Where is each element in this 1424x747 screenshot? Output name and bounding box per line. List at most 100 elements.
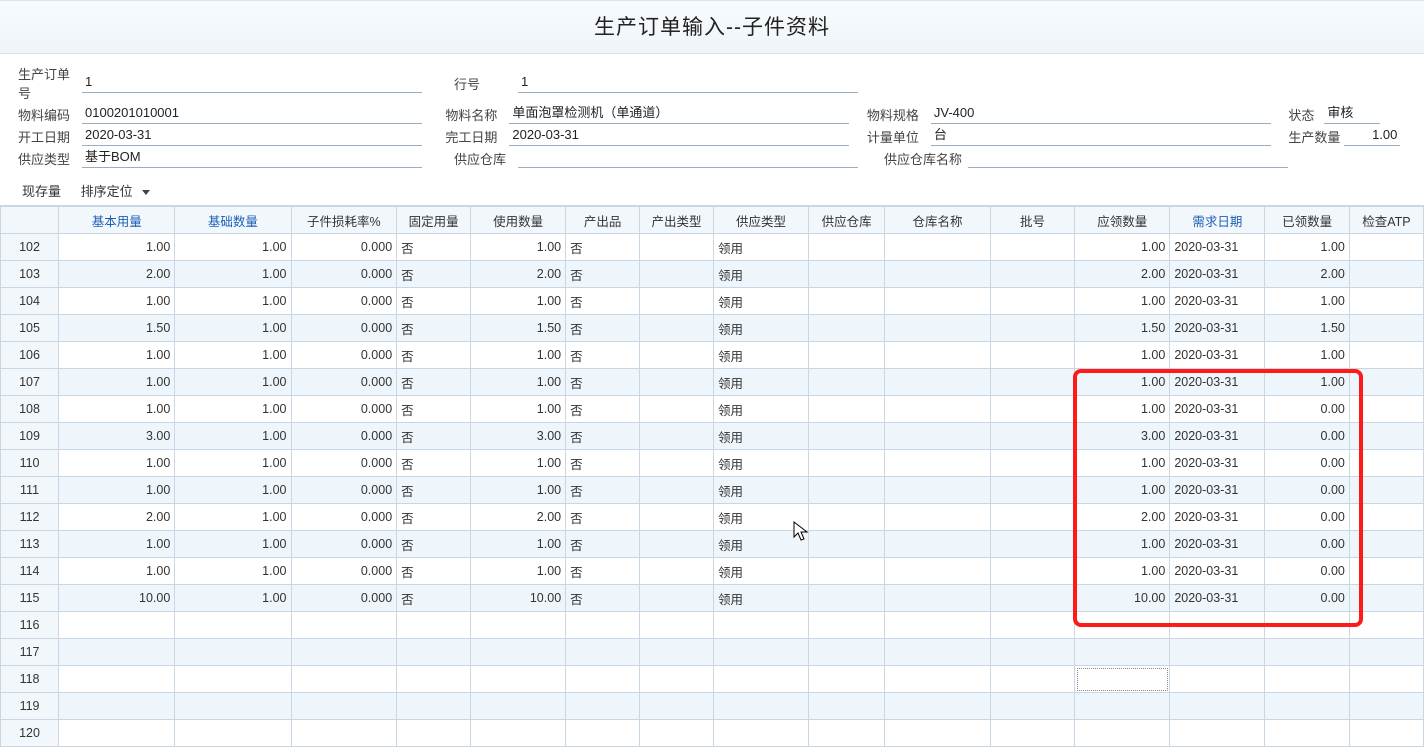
table-row[interactable]: 1131.001.000.000否1.00否领用1.002020-03-310.…: [1, 531, 1424, 558]
cell[interactable]: [1170, 612, 1265, 639]
cell[interactable]: 1.00: [59, 558, 175, 585]
cell[interactable]: [990, 639, 1075, 666]
cell[interactable]: 1.00: [175, 450, 291, 477]
cell[interactable]: 0.000: [291, 504, 397, 531]
cell[interactable]: 0.000: [291, 234, 397, 261]
cell[interactable]: [809, 585, 885, 612]
col-header-12[interactable]: 应领数量: [1075, 207, 1170, 234]
cell[interactable]: [471, 639, 566, 666]
cell[interactable]: 2020-03-31: [1170, 234, 1265, 261]
col-header-11[interactable]: 批号: [990, 207, 1075, 234]
cell[interactable]: 1.00: [175, 585, 291, 612]
cell[interactable]: 1.00: [471, 234, 566, 261]
cell[interactable]: 2020-03-31: [1170, 288, 1265, 315]
cell[interactable]: [291, 666, 397, 693]
cell[interactable]: [640, 693, 714, 720]
cell[interactable]: 领用: [714, 369, 809, 396]
cell[interactable]: 2.00: [471, 504, 566, 531]
col-header-8[interactable]: 供应类型: [714, 207, 809, 234]
cell[interactable]: [1349, 315, 1423, 342]
cell[interactable]: 否: [566, 423, 640, 450]
cell[interactable]: 102: [1, 234, 59, 261]
cell[interactable]: 111: [1, 477, 59, 504]
cell[interactable]: 否: [566, 261, 640, 288]
cell[interactable]: 领用: [714, 342, 809, 369]
cell[interactable]: 否: [566, 558, 640, 585]
cell[interactable]: [640, 531, 714, 558]
cell[interactable]: [809, 693, 885, 720]
cell[interactable]: [1170, 693, 1265, 720]
cell[interactable]: 1.50: [1265, 315, 1350, 342]
cell[interactable]: 104: [1, 288, 59, 315]
cell[interactable]: [809, 666, 885, 693]
cell[interactable]: 否: [566, 450, 640, 477]
cell[interactable]: [809, 315, 885, 342]
cell[interactable]: 否: [566, 234, 640, 261]
cell[interactable]: [59, 666, 175, 693]
cell[interactable]: 119: [1, 693, 59, 720]
col-header-7[interactable]: 产出类型: [640, 207, 714, 234]
field-supply-type[interactable]: 基于BOM: [82, 148, 422, 168]
cell[interactable]: 103: [1, 261, 59, 288]
table-row[interactable]: 1101.001.000.000否1.00否领用1.002020-03-310.…: [1, 450, 1424, 477]
cell[interactable]: 105: [1, 315, 59, 342]
cell[interactable]: 1.00: [1075, 450, 1170, 477]
field-line-no[interactable]: 1: [518, 73, 858, 93]
cell[interactable]: 0.00: [1265, 396, 1350, 423]
table-row[interactable]: 1141.001.000.000否1.00否领用1.002020-03-310.…: [1, 558, 1424, 585]
cell[interactable]: 0.00: [1265, 504, 1350, 531]
cell[interactable]: 3.00: [59, 423, 175, 450]
table-row[interactable]: 118: [1, 666, 1424, 693]
cell[interactable]: 否: [566, 288, 640, 315]
cell[interactable]: 否: [566, 369, 640, 396]
field-mat-name[interactable]: 单面泡罩检测机（单通道）: [509, 104, 849, 124]
cell[interactable]: [990, 342, 1075, 369]
cell[interactable]: 10.00: [59, 585, 175, 612]
col-header-4[interactable]: 固定用量: [397, 207, 471, 234]
table-row[interactable]: 1071.001.000.000否1.00否领用1.002020-03-311.…: [1, 369, 1424, 396]
cell[interactable]: 1.00: [1075, 369, 1170, 396]
cell[interactable]: 领用: [714, 396, 809, 423]
col-header-2[interactable]: 基础数量: [175, 207, 291, 234]
cell[interactable]: 1.00: [471, 477, 566, 504]
cell[interactable]: 领用: [714, 558, 809, 585]
cell[interactable]: [885, 612, 991, 639]
cell[interactable]: 108: [1, 396, 59, 423]
cell[interactable]: 1.00: [471, 342, 566, 369]
cell[interactable]: [1265, 693, 1350, 720]
cell[interactable]: [885, 396, 991, 423]
cell[interactable]: [809, 450, 885, 477]
col-header-14[interactable]: 已领数量: [1265, 207, 1350, 234]
cell[interactable]: 领用: [714, 423, 809, 450]
cell[interactable]: [885, 369, 991, 396]
cell[interactable]: [809, 396, 885, 423]
field-unit[interactable]: 台: [931, 126, 1271, 146]
cell[interactable]: 2020-03-31: [1170, 261, 1265, 288]
cell[interactable]: 2020-03-31: [1170, 315, 1265, 342]
cell[interactable]: 领用: [714, 315, 809, 342]
cell[interactable]: [59, 720, 175, 747]
cell[interactable]: 1.00: [175, 423, 291, 450]
cell[interactable]: 1.00: [175, 342, 291, 369]
cell[interactable]: 0.00: [1265, 450, 1350, 477]
cell[interactable]: 否: [397, 369, 471, 396]
cell[interactable]: [397, 720, 471, 747]
cell[interactable]: [1265, 612, 1350, 639]
cell[interactable]: [809, 261, 885, 288]
table-row[interactable]: 1111.001.000.000否1.00否领用1.002020-03-310.…: [1, 477, 1424, 504]
cell[interactable]: [640, 612, 714, 639]
cell[interactable]: [714, 720, 809, 747]
cell[interactable]: 107: [1, 369, 59, 396]
field-supply-wh-name[interactable]: [968, 148, 1288, 168]
cell[interactable]: 否: [566, 531, 640, 558]
cell[interactable]: 2.00: [1075, 261, 1170, 288]
cell[interactable]: [990, 396, 1075, 423]
cell[interactable]: [640, 720, 714, 747]
cell[interactable]: [59, 639, 175, 666]
cell[interactable]: 2.00: [59, 261, 175, 288]
cell[interactable]: 1.00: [59, 288, 175, 315]
cell[interactable]: 1.00: [471, 288, 566, 315]
cell[interactable]: 1.50: [471, 315, 566, 342]
table-row[interactable]: 1032.001.000.000否2.00否领用2.002020-03-312.…: [1, 261, 1424, 288]
cell[interactable]: 1.00: [175, 504, 291, 531]
